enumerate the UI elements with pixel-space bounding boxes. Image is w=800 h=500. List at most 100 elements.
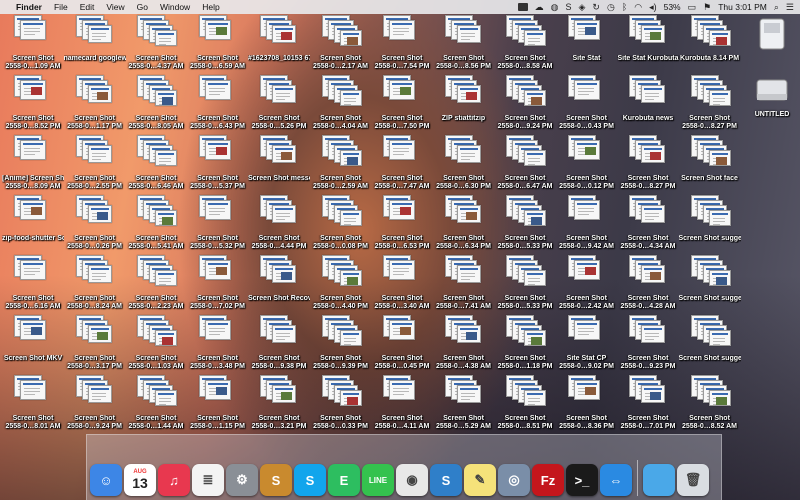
desktop-file-icon[interactable]: Screen Shot 2558-0…8.52 AM xyxy=(679,375,739,437)
dock-terminal-icon[interactable]: >_ xyxy=(566,464,598,496)
desktop-file-icon[interactable]: #1623708_10153 67675…0_14 PM xyxy=(248,15,310,77)
desktop-file-icon[interactable]: Screen Shot 2558-0…0.43 PM xyxy=(556,75,616,137)
dock-evernote-icon[interactable]: E xyxy=(328,464,360,496)
desktop-file-icon[interactable]: Screen Shot 2558-0…6.30 PM xyxy=(433,135,493,197)
dock-sketch-icon[interactable]: S xyxy=(260,464,292,496)
drive-icon[interactable] xyxy=(744,18,800,55)
spotlight-icon[interactable]: ⌕ xyxy=(774,2,779,13)
desktop-file-icon[interactable]: Screen Shot 2558-0…1.09 AM xyxy=(2,15,62,77)
desktop-file-icon[interactable]: ZIP stiattitzip xyxy=(433,75,493,137)
wifi-icon[interactable]: ◠ xyxy=(634,2,642,13)
app-indicator-icon[interactable]: ◈ xyxy=(578,2,585,13)
desktop-file-icon[interactable]: Screen Shot 2558-0…5.29 AM xyxy=(433,375,493,437)
dock-line-icon[interactable]: LINE xyxy=(362,464,394,496)
dock-network-utility-icon[interactable]: ◎ xyxy=(498,464,530,496)
desktop-file-icon[interactable]: Screen Shot 2558-0…4.28 AM xyxy=(617,255,677,317)
desktop-file-icon[interactable]: Screen Shot 2558-0…9.39 PM xyxy=(310,315,370,377)
desktop-file-icon[interactable]: Screen Shot 2558-0…6.46 AM xyxy=(125,135,185,197)
menu-edit[interactable]: Edit xyxy=(80,2,95,12)
untitled-drive-icon[interactable]: UNTITLED xyxy=(744,76,800,118)
menu-window[interactable]: Window xyxy=(160,2,190,12)
dock-reminders-icon[interactable]: ≣ xyxy=(192,464,224,496)
desktop-file-icon[interactable]: Screen Shot 2558-0…7.50 PM xyxy=(371,75,431,137)
desktop-file-icon[interactable]: Screen Shot 2558-0…4.37 AM xyxy=(125,15,185,77)
desktop-file-icon[interactable]: Screen Shot 2558-0…9.24 PM xyxy=(64,375,124,437)
desktop-file-icon[interactable]: Site Stat CP 2558-0…9.02 PM xyxy=(556,315,616,377)
desktop-file-icon[interactable]: [Anime] Screen Shot 2558-0…8.09 AM xyxy=(2,135,64,197)
dock-folder-icon[interactable] xyxy=(643,464,675,496)
desktop-file-icon[interactable]: Screen Shot 2558-0…8.24 AM xyxy=(64,255,124,317)
desktop-file-icon[interactable]: Screen Shot 2558-0…4.38 AM xyxy=(433,315,493,377)
dock-simplenote-icon[interactable]: S xyxy=(430,464,462,496)
desktop-file-icon[interactable]: Screen Shot 2558-0…5.41 AM xyxy=(125,195,185,257)
desktop-file-icon[interactable]: Screen Shot 2558-0…6.47 AM xyxy=(494,135,554,197)
desktop-file-icon[interactable]: Site Stat xyxy=(556,15,616,77)
desktop-file-icon[interactable]: Screen Shot 2558-0…4.34 AM xyxy=(617,195,677,257)
desktop-file-icon[interactable]: Screen Shot 2558-0…5.26 PM xyxy=(248,75,308,137)
menu-file[interactable]: File xyxy=(54,2,68,12)
desktop-file-icon[interactable]: Screen Shot 2558-0…8.51 PM xyxy=(494,375,554,437)
desktop-file-icon[interactable]: Kurobuta news xyxy=(617,75,677,137)
desktop-file-icon[interactable]: Screen Shot 2558-0…2.55 PM xyxy=(64,135,124,197)
desktop-file-icon[interactable]: Screen Shot 2558-0…1.44 AM xyxy=(125,375,185,437)
desktop-file-icon[interactable]: Kurobuta 8.14 PM xyxy=(679,15,739,77)
desktop-file-icon[interactable]: Screen Shot 2558-0…4.40 PM xyxy=(310,255,370,317)
desktop-file-icon[interactable]: Screen Shot 2558-0…8.56 PM xyxy=(433,15,493,77)
battery-percent[interactable]: 53% xyxy=(664,2,681,12)
menubar-extra-icon[interactable] xyxy=(517,3,528,11)
desktop-file-icon[interactable]: Screen Shot 2558-0…1.03 AM xyxy=(125,315,185,377)
menu-view[interactable]: View xyxy=(106,2,124,12)
menu-go[interactable]: Go xyxy=(137,2,148,12)
dock-skype-icon[interactable]: S xyxy=(294,464,326,496)
dock-system-preferences-icon[interactable]: ⚙ xyxy=(226,464,258,496)
desktop-file-icon[interactable]: Screen Shot 2558-0…5.33 PM xyxy=(494,195,554,257)
skype-status-icon[interactable]: S xyxy=(565,2,571,12)
desktop-file-icon[interactable]: Screen Shot 2558-0…1.17 PM xyxy=(64,75,124,137)
dock-filezilla-icon[interactable]: Fz xyxy=(532,464,564,496)
desktop-file-icon[interactable]: Screen Shot 2558-0…8.01 AM xyxy=(2,375,62,437)
desktop-file-icon[interactable]: Screen Shot 2558-0…9.24 PM xyxy=(494,75,554,137)
volume-icon[interactable]: ◂) xyxy=(649,2,657,13)
desktop-file-icon[interactable]: Screen Shot 2558-0…7.54 PM xyxy=(371,15,431,77)
desktop-file-icon[interactable]: Site Stat Kurobuta xyxy=(617,15,679,77)
desktop-file-icon[interactable]: Screen Shot 2558-0…9.38 PM xyxy=(248,315,308,377)
desktop-file-icon[interactable]: Screen Shot 2558-0…8.05 AM xyxy=(125,75,185,137)
dock-chrome-icon[interactable]: ◉ xyxy=(396,464,428,496)
desktop-file-icon[interactable]: Screen Shot 2558-0…1.15 PM xyxy=(187,375,247,437)
dock-trash-icon[interactable]: 🗑 xyxy=(677,464,709,496)
menu-help[interactable]: Help xyxy=(202,2,219,12)
desktop-file-icon[interactable]: Screen Shot 2558-0…6.53 PM xyxy=(371,195,431,257)
cloud-icon[interactable]: ☁ xyxy=(535,2,544,13)
notification-center-icon[interactable]: ☰ xyxy=(786,2,794,13)
desktop-file-icon[interactable]: Screen Shot 2558-0…2.17 AM xyxy=(310,15,370,77)
timemachine-icon[interactable]: ◷ xyxy=(607,2,615,13)
desktop-file-icon[interactable]: Screen Shot 2558-0…5.33 PM xyxy=(494,255,554,317)
dock-itunes-icon[interactable]: ♫ xyxy=(158,464,190,496)
desktop-file-icon[interactable]: Screen Shot suggestion-S xyxy=(679,255,741,317)
desktop-file-icon[interactable]: Screen Shot 2558-0…0.12 PM xyxy=(556,135,616,197)
desktop-file-icon[interactable]: Screen Shot messe-fresh xyxy=(248,135,310,197)
desktop-file-icon[interactable]: Screen Shot suggestion-S xyxy=(679,315,741,377)
desktop-file-icon[interactable]: Screen Shot 2558-0…0.26 PM xyxy=(64,195,124,257)
desktop-file-icon[interactable]: Screen Shot 2558-0…0.45 PM xyxy=(371,315,431,377)
dock-notes-icon[interactable]: ✎ xyxy=(464,464,496,496)
desktop-file-icon[interactable]: Screen Shot 2558-0…7.02 PM xyxy=(187,255,247,317)
desktop-file-icon[interactable]: Screen Shot 2558-0…6.43 PM xyxy=(187,75,247,137)
bluetooth-icon[interactable]: ᛒ xyxy=(622,2,627,12)
desktop-file-icon[interactable]: Screen Shot 2558-0…0.08 PM xyxy=(310,195,370,257)
desktop-file-icon[interactable]: Screen Shot 2558-0…3.17 PM xyxy=(64,315,124,377)
desktop-file-icon[interactable]: Screen Shot suggestion xyxy=(679,195,741,257)
desktop-file-icon[interactable]: Screen Shot 2558-0…6.34 PM xyxy=(433,195,493,257)
dock-finder-icon[interactable]: ☺ xyxy=(90,464,122,496)
flag-icon[interactable]: ⚑ xyxy=(703,2,711,13)
desktop-file-icon[interactable]: Screen Shot 2558-0…4.11 AM xyxy=(371,375,431,437)
desktop-file-icon[interactable]: Screen Shot 2558-0…8.58 AM xyxy=(494,15,554,77)
desktop-file-icon[interactable]: Screen Shot 2558-0…8.27 PM xyxy=(617,135,677,197)
desktop-file-icon[interactable]: Screen Shot 2558-0…4.04 AM xyxy=(310,75,370,137)
desktop-file-icon[interactable]: Screen Shot 2558-0…1.18 PM xyxy=(494,315,554,377)
desktop-file-icon[interactable]: Screen Shot 2558-0…2.42 AM xyxy=(556,255,616,317)
desktop-file-icon[interactable]: Screen Shot MKV xyxy=(2,315,62,377)
desktop-file-icon[interactable]: Screen Shot 2558-0…5.32 PM xyxy=(187,195,247,257)
desktop-file-icon[interactable]: Screen Shot 2558-0…6.16 AM xyxy=(2,255,62,317)
desktop-file-icon[interactable]: Screen Shot 2558-0…4.44 PM xyxy=(248,195,308,257)
